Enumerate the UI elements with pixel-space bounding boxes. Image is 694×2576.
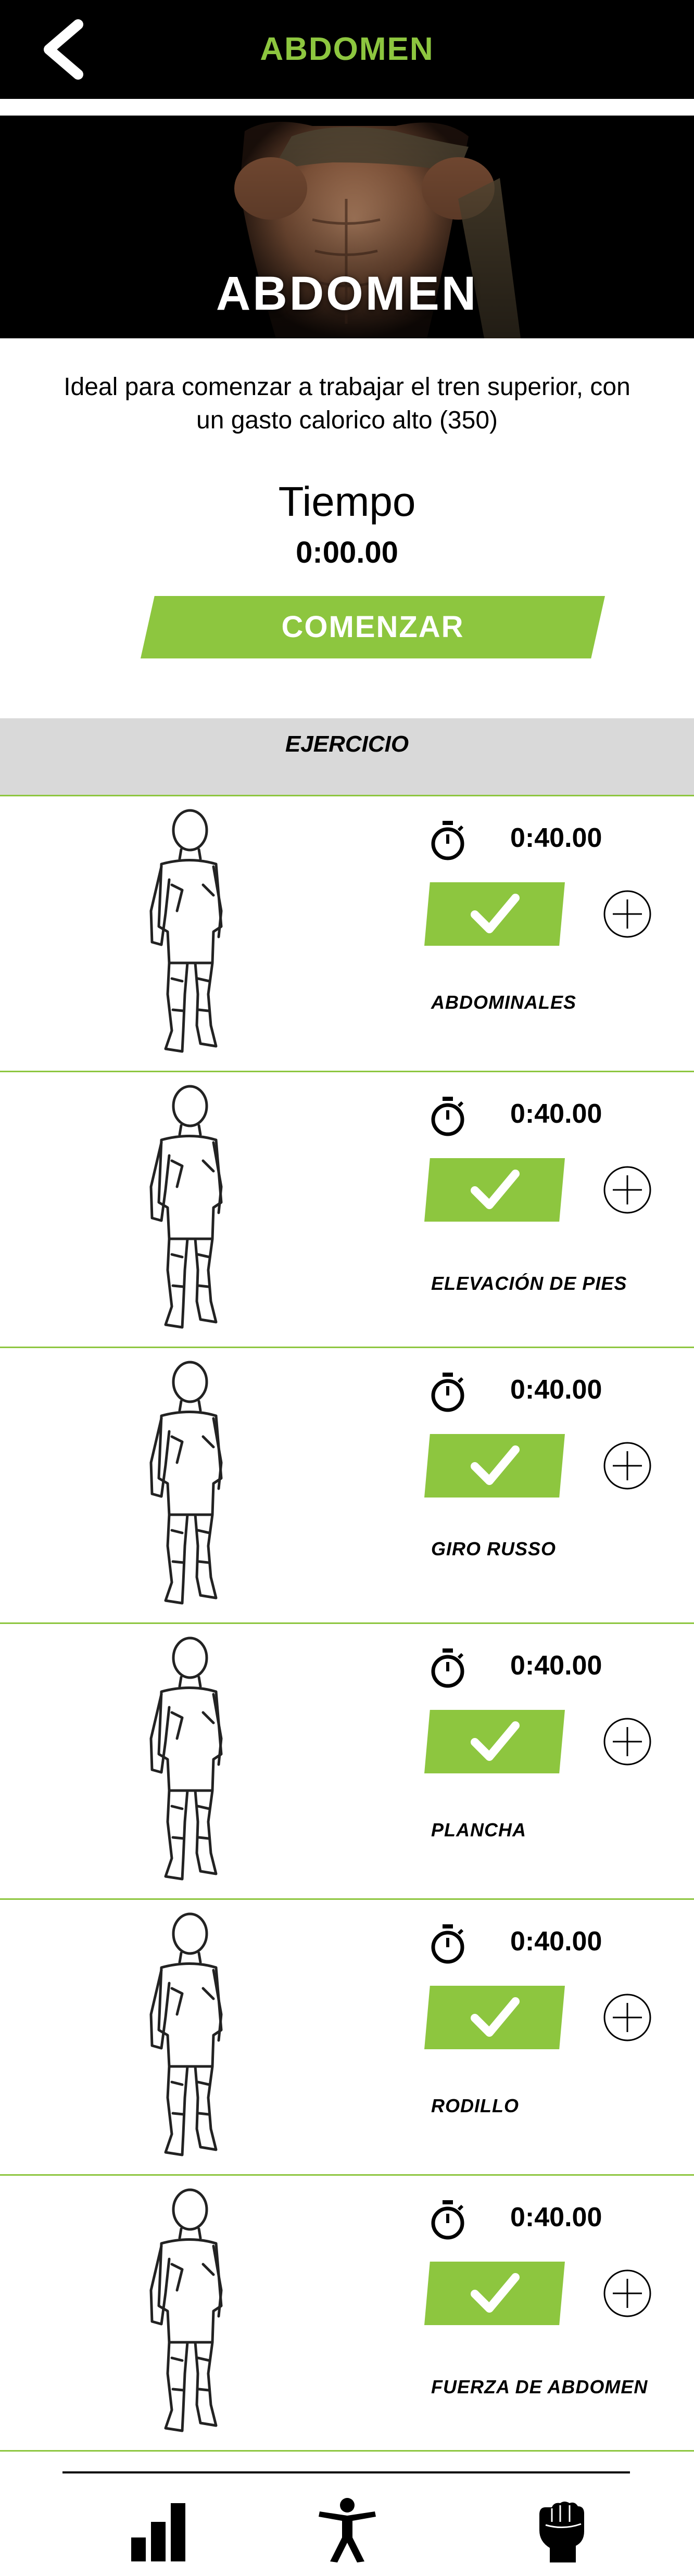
check-icon [471,1445,520,1485]
exercise-row: 0:40.00 PLANCHA [0,1624,694,1900]
exercise-figure-icon [149,809,223,1053]
add-icon[interactable] [602,1165,652,1215]
nav-exercises[interactable] [313,2496,381,2564]
stopwatch-icon [431,1648,464,1688]
exercise-figure-icon [149,1361,223,1605]
complete-button[interactable] [424,1158,565,1222]
add-icon[interactable] [602,1717,652,1767]
timer-value: 0:00.00 [296,536,398,569]
fist-icon [539,2502,584,2562]
exercise-name: FUERZA DE ABDOMEN [431,2376,648,2397]
exercise-row: 0:40.00 ELEVACIÓN DE PIES [0,1072,694,1348]
nav-stats[interactable] [125,2496,193,2564]
complete-button[interactable] [424,2262,565,2325]
exercise-figure-icon [149,2188,223,2432]
exercise-list: 0:40.00 ABDOMINALES 0:40.00 ELEVACIÓN DE… [0,796,694,2452]
add-icon[interactable] [602,1441,652,1491]
complete-button[interactable] [424,1434,565,1498]
exercise-time: 0:40.00 [510,1926,602,1957]
exercise-figure-icon [149,1085,223,1329]
stopwatch-icon [431,1097,464,1136]
add-icon[interactable] [602,2268,652,2318]
bottom-divider [62,2471,630,2473]
exercise-row: 0:40.00 RODILLO [0,1900,694,2176]
exercise-time: 0:40.00 [510,2202,602,2232]
exercise-figure-icon [149,1636,223,1881]
check-icon [471,2273,520,2313]
section-title: EJERCICIO [285,731,409,757]
chevron-left-icon [44,19,83,80]
add-icon[interactable] [602,1993,652,2042]
exercise-name: RODILLO [431,2095,519,2116]
exercise-time: 0:40.00 [510,1651,602,1681]
check-icon [471,1721,520,1761]
back-button[interactable] [36,18,99,81]
workout-description: Ideal para comenzar a trabajar el tren s… [64,373,630,434]
stopwatch-icon [431,1924,464,1964]
exercise-name: PLANCHA [431,1819,526,1841]
exercise-section-header: EJERCICIO [0,718,694,796]
exercise-time: 0:40.00 [510,1099,602,1129]
complete-button[interactable] [424,1710,565,1773]
person-icon [319,2498,376,2562]
stopwatch-icon [431,2200,464,2240]
exercise-name: GIRO RUSSO [431,1538,557,1559]
nav-strength[interactable] [527,2496,595,2564]
exercise-row: 0:40.00 GIRO RUSSO [0,1348,694,1624]
hero-title: ABDOMEN [216,267,478,320]
start-button-label: COMENZAR [281,610,464,644]
exercise-name: ELEVACIÓN DE PIES [431,1273,627,1294]
timer-label: Tiempo [278,478,416,525]
exercise-row: 0:40.00 FUERZA DE ABDOMEN [0,2176,694,2452]
exercise-figure-icon [149,1912,223,2156]
exercise-time: 0:40.00 [510,823,602,853]
bar-chart-icon [131,2503,185,2561]
check-icon [471,1170,520,1209]
complete-button[interactable] [424,882,565,946]
start-button[interactable]: COMENZAR [141,596,605,658]
exercise-row: 0:40.00 ABDOMINALES [0,796,694,1072]
stopwatch-icon [431,821,464,860]
bottom-nav [0,2483,694,2576]
complete-button[interactable] [424,1986,565,2049]
page-title: ABDOMEN [260,31,434,67]
check-icon [471,1997,520,2037]
check-icon [471,894,520,933]
exercise-name: ABDOMINALES [431,992,576,1013]
add-icon[interactable] [602,889,652,939]
stopwatch-icon [431,1373,464,1412]
exercise-time: 0:40.00 [510,1375,602,1405]
top-bar: ABDOMEN [0,0,694,99]
hero-banner: ABDOMEN [0,116,694,338]
